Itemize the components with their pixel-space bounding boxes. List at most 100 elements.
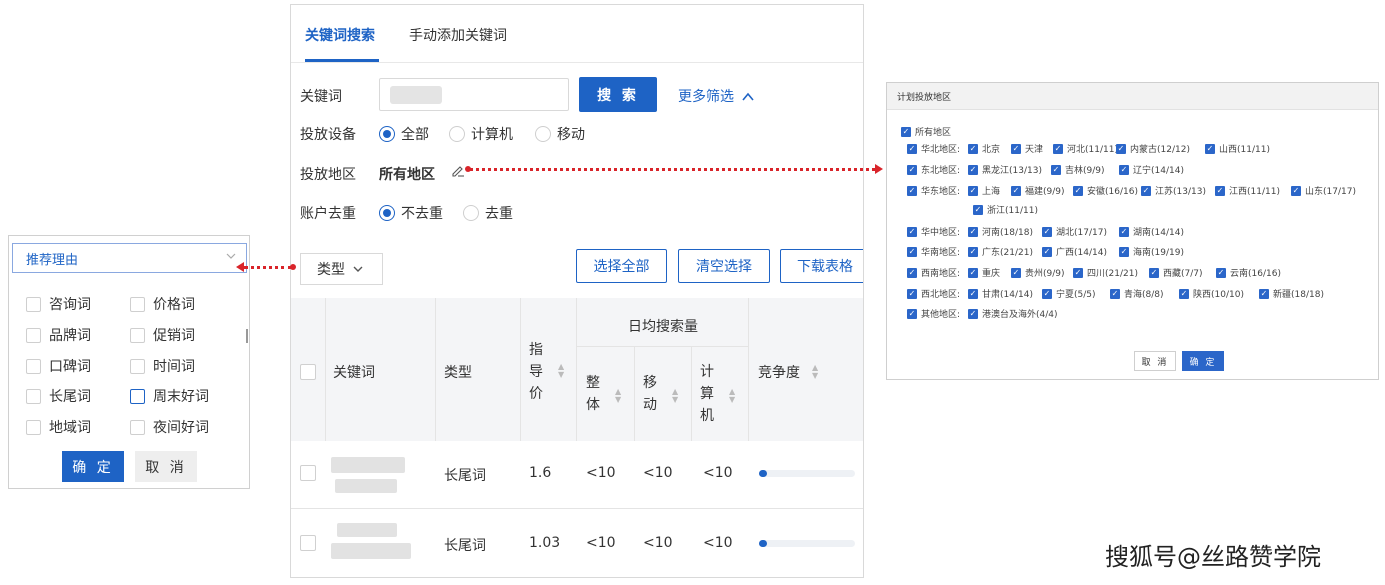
region-checkbox[interactable]: ✓ 广东(21/21) [968, 245, 1033, 258]
reason-ok-button[interactable]: 确 定 [62, 451, 124, 482]
blurred-keyword [331, 543, 411, 559]
edit-pencil-icon[interactable] [451, 163, 465, 181]
reason-option[interactable]: 时间词 [130, 356, 195, 376]
reason-option[interactable]: 夜间好词 [130, 417, 209, 437]
header-type[interactable]: 类型 [444, 362, 472, 382]
row-checkbox[interactable] [300, 535, 316, 551]
region-checkbox[interactable]: ✓ 天津 [1011, 142, 1043, 155]
header-competition[interactable]: 竞争度 [758, 362, 800, 382]
keyword-input[interactable] [379, 78, 569, 111]
region-checkbox[interactable]: ✓ 宁夏(5/5) [1042, 287, 1096, 300]
checkbox-checked-icon: ✓ [968, 185, 978, 196]
region-checkbox[interactable]: ✓ 福建(9/9) [1011, 184, 1065, 197]
region-checkbox[interactable]: ✓ 江苏(13/13) [1141, 184, 1206, 197]
sort-icon[interactable]: ▲ ▼ [812, 364, 818, 380]
device-option-all[interactable]: 全部 [379, 124, 429, 144]
row-computer: <10 [703, 535, 733, 551]
checkbox-icon [130, 296, 145, 312]
header-keyword[interactable]: 关键词 [333, 362, 375, 382]
reason-option[interactable]: 口碑词 [26, 356, 91, 376]
region-checkbox[interactable]: ✓ 西藏(7/7) [1149, 266, 1203, 279]
reason-option[interactable]: 地域词 [26, 417, 91, 437]
region-checkbox[interactable]: ✓ 广西(14/14) [1042, 245, 1107, 258]
region-checkbox[interactable]: ✓ 河北(11/11) [1053, 142, 1118, 155]
sort-icon[interactable]: ▲ ▼ [729, 388, 735, 404]
region-checkbox[interactable]: ✓ 内蒙古(12/12) [1116, 142, 1190, 155]
blurred-keyword [337, 523, 397, 537]
select-all-checkbox[interactable] [300, 364, 316, 380]
tab-keyword-search[interactable]: 关键词搜索 [305, 25, 375, 45]
select-all-button[interactable]: 选择全部 [576, 249, 667, 283]
region-item-label: 宁夏(5/5) [1056, 290, 1096, 300]
region-checkbox[interactable]: ✓ 新疆(18/18) [1259, 287, 1324, 300]
region-checkbox[interactable]: ✓ 贵州(9/9) [1011, 266, 1065, 279]
download-table-button[interactable]: 下载表格 [780, 249, 863, 283]
header-mobile[interactable]: 移动 [643, 372, 659, 416]
region-checkbox[interactable]: ✓ 湖南(14/14) [1119, 225, 1184, 238]
dedupe-label: 账户去重 [300, 206, 356, 222]
region-checkbox[interactable]: ✓ 辽宁(14/14) [1119, 163, 1184, 176]
region-group-checkbox[interactable]: ✓ 西北地区: [907, 287, 960, 300]
region-checkbox[interactable]: ✓ 上海 [968, 184, 1000, 197]
region-checkbox[interactable]: ✓ 湖北(17/17) [1042, 225, 1107, 238]
header-computer[interactable]: 计算机 [700, 361, 716, 427]
row-checkbox[interactable] [300, 465, 316, 481]
reason-option[interactable]: 促销词 [130, 325, 195, 345]
reason-option-label: 品牌词 [49, 328, 91, 344]
region-group-checkbox[interactable]: ✓ 东北地区: [907, 163, 960, 176]
reason-select[interactable]: 推荐理由 [12, 243, 247, 273]
device-option-mobile[interactable]: 移动 [535, 124, 585, 144]
region-checkbox[interactable]: ✓ 浙江(11/11) [973, 203, 1038, 216]
region-group-checkbox[interactable]: ✓ 华东地区: [907, 184, 960, 197]
region-checkbox[interactable]: ✓ 青海(8/8) [1110, 287, 1164, 300]
region-group-checkbox[interactable]: ✓ 华中地区: [907, 225, 960, 238]
region-checkbox[interactable]: ✓ 重庆 [968, 266, 1000, 279]
dedupe-option-yes[interactable]: 去重 [463, 203, 513, 223]
region-group-checkbox[interactable]: ✓ 其他地区: [907, 307, 960, 320]
reason-cancel-button[interactable]: 取 消 [135, 451, 197, 482]
reason-option[interactable]: 品牌词 [26, 325, 91, 345]
header-guide-price[interactable]: 指导价 [529, 339, 545, 405]
tab-manual-add[interactable]: 手动添加关键词 [409, 25, 507, 45]
region-checkbox[interactable]: ✓ 吉林(9/9) [1051, 163, 1105, 176]
region-checkbox[interactable]: ✓ 黑龙江(13/13) [968, 163, 1042, 176]
region-checkbox[interactable]: ✓ 四川(21/21) [1073, 266, 1138, 279]
scrollbar[interactable] [246, 329, 248, 343]
region-checkbox[interactable]: ✓ 海南(19/19) [1119, 245, 1184, 258]
sort-icon[interactable]: ▲ ▼ [672, 388, 678, 404]
reason-option[interactable]: 长尾词 [26, 386, 91, 406]
region-group-checkbox[interactable]: ✓ 西南地区: [907, 266, 960, 279]
sort-icon[interactable]: ▲ ▼ [615, 388, 621, 404]
search-button[interactable]: 搜 索 [579, 77, 657, 112]
checkbox-checked-icon: ✓ [1141, 185, 1151, 196]
reason-option[interactable]: 价格词 [130, 294, 195, 314]
region-group-checkbox[interactable]: ✓ 华南地区: [907, 245, 960, 258]
region-checkbox[interactable]: ✓ 江西(11/11) [1215, 184, 1280, 197]
region-cancel-button[interactable]: 取 消 [1134, 351, 1176, 371]
sort-icon[interactable]: ▲ ▼ [558, 363, 564, 379]
dedupe-option-no[interactable]: 不去重 [379, 203, 443, 223]
region-all-checkbox[interactable]: ✓ 所有地区 [901, 125, 951, 138]
region-checkbox[interactable]: ✓ 港澳台及海外(4/4) [968, 307, 1058, 320]
header-overall[interactable]: 整体 [586, 372, 602, 416]
active-tab-indicator [305, 59, 379, 62]
type-select[interactable]: 类型 [300, 253, 383, 285]
region-item-label: 青海(8/8) [1124, 290, 1164, 300]
region-checkbox[interactable]: ✓ 河南(18/18) [968, 225, 1033, 238]
row-mobile: <10 [643, 465, 673, 481]
more-filters-link[interactable]: 更多筛选 [678, 86, 755, 106]
reason-option[interactable]: 咨询词 [26, 294, 91, 314]
clear-selection-button[interactable]: 清空选择 [678, 249, 770, 283]
region-checkbox[interactable]: ✓ 安徽(16/16) [1073, 184, 1138, 197]
region-checkbox[interactable]: ✓ 陕西(10/10) [1179, 287, 1244, 300]
device-option-computer[interactable]: 计算机 [449, 124, 513, 144]
region-checkbox[interactable]: ✓ 北京 [968, 142, 1000, 155]
region-checkbox[interactable]: ✓ 山东(17/17) [1291, 184, 1356, 197]
region-group-checkbox[interactable]: ✓ 华北地区: [907, 142, 960, 155]
region-ok-button[interactable]: 确 定 [1182, 351, 1224, 371]
region-checkbox[interactable]: ✓ 甘肃(14/14) [968, 287, 1033, 300]
reason-option[interactable]: 周末好词 [130, 386, 209, 406]
region-checkbox[interactable]: ✓ 云南(16/16) [1216, 266, 1281, 279]
region-checkbox[interactable]: ✓ 山西(11/11) [1205, 142, 1270, 155]
region-item-label: 云南(16/16) [1230, 269, 1281, 279]
